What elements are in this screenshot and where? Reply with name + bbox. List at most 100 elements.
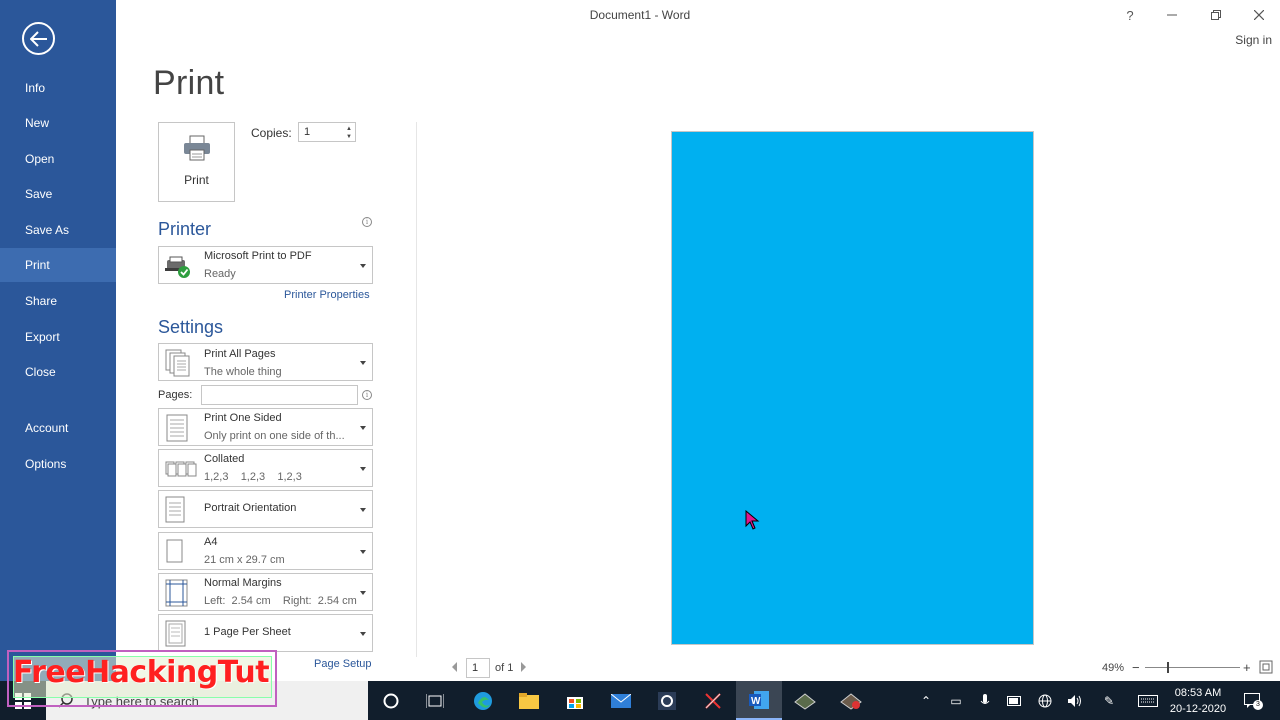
volume-icon[interactable] xyxy=(1067,693,1083,709)
zoom-level[interactable]: 49% xyxy=(1102,662,1124,674)
chevron-left-icon xyxy=(452,662,457,672)
sidebar-item-info[interactable]: Info xyxy=(0,71,116,105)
sides-dropdown[interactable]: Print One Sided Only print on one side o… xyxy=(158,408,373,446)
clock-time: 08:53 AM xyxy=(1174,687,1222,699)
portrait-icon xyxy=(165,496,185,523)
collation-dropdown[interactable]: Collated 1,2,3 1,2,3 1,2,3 xyxy=(158,449,373,487)
zoom-slider-thumb[interactable] xyxy=(1167,662,1169,673)
margins-sub: Left: 2.54 cm Right: 2.54 cm xyxy=(204,595,357,607)
help-button[interactable]: ? xyxy=(1120,6,1140,24)
spin-up-icon[interactable]: ▲ xyxy=(346,126,352,132)
watermark-logo: FreeHackingTut xyxy=(7,650,277,707)
phone-icon[interactable]: ▭ xyxy=(948,693,964,709)
svg-text:W: W xyxy=(751,696,761,707)
copies-spinner[interactable]: 1 ▲ ▼ xyxy=(298,122,356,142)
orientation-dropdown[interactable]: Portrait Orientation xyxy=(158,490,373,528)
print-range-dropdown[interactable]: Print All Pages The whole thing xyxy=(158,343,373,381)
paper-size-dropdown[interactable]: A4 21 cm x 29.7 cm xyxy=(158,532,373,570)
keyboard-icon[interactable] xyxy=(1138,693,1158,709)
speaker-glyph xyxy=(1068,695,1081,707)
sidebar-item-new[interactable]: New xyxy=(0,106,116,140)
collated-icon xyxy=(165,461,197,477)
sidebar-item-close[interactable]: Close xyxy=(0,355,116,389)
edge-icon xyxy=(474,691,492,710)
backstage-sidebar: Info New Open Save Save As Print Share E… xyxy=(0,0,116,720)
sidebar-item-export[interactable]: Export xyxy=(0,320,116,354)
printer-name: Microsoft Print to PDF xyxy=(204,250,312,262)
printer-dropdown[interactable]: Microsoft Print to PDF Ready xyxy=(158,246,373,284)
app-10[interactable] xyxy=(828,681,874,720)
restore-button[interactable] xyxy=(1206,6,1226,24)
print-button[interactable]: Print xyxy=(158,122,235,202)
chevron-down-icon xyxy=(360,591,366,595)
notifications-icon[interactable]: 3 xyxy=(1242,693,1264,710)
collation-title: Collated xyxy=(204,453,245,465)
back-arrow-icon[interactable] xyxy=(22,22,55,55)
sidebar-item-print[interactable]: Print xyxy=(0,248,116,282)
pages-input[interactable] xyxy=(201,385,358,405)
printer-properties-link[interactable]: Printer Properties xyxy=(284,289,370,301)
word-app[interactable]: W xyxy=(736,681,782,720)
mail-app[interactable] xyxy=(598,681,644,720)
chevron-down-icon xyxy=(360,264,366,268)
zoom-out-button[interactable]: − xyxy=(1132,660,1140,675)
task-view-button[interactable] xyxy=(412,681,458,720)
tool-icon xyxy=(705,692,721,709)
sidebar-item-open[interactable]: Open xyxy=(0,142,116,176)
zoom-to-page-button[interactable] xyxy=(1259,660,1273,677)
print-range-sub: The whole thing xyxy=(204,366,282,378)
prev-page-button[interactable] xyxy=(452,662,458,675)
collation-sub: 1,2,3 1,2,3 1,2,3 xyxy=(204,471,302,483)
sides-sub: Only print on one side of th... xyxy=(204,430,345,442)
zoom-slider[interactable] xyxy=(1145,667,1240,668)
battery-icon[interactable] xyxy=(1007,693,1023,709)
sidebar-item-options[interactable]: Options xyxy=(0,447,116,481)
cortana-icon xyxy=(383,693,399,708)
sidebar-item-account[interactable]: Account xyxy=(0,411,116,445)
app-7[interactable] xyxy=(690,681,736,720)
network-glyph xyxy=(1038,694,1052,708)
chevron-down-icon xyxy=(360,467,366,471)
margins-icon xyxy=(165,579,188,607)
globe-icon[interactable] xyxy=(1037,693,1053,709)
margins-dropdown[interactable]: Normal Margins Left: 2.54 cm Right: 2.54… xyxy=(158,573,373,611)
next-page-button[interactable] xyxy=(521,662,527,675)
microphone-icon[interactable] xyxy=(977,693,993,709)
sidebar-item-save-as[interactable]: Save As xyxy=(0,213,116,247)
page-setup-link[interactable]: Page Setup xyxy=(314,658,372,670)
printer-icon xyxy=(184,135,210,161)
notification-badge: 3 xyxy=(1253,700,1263,710)
info-icon[interactable]: i xyxy=(362,217,372,227)
zoom-in-button[interactable]: + xyxy=(1243,660,1251,675)
pages-icon xyxy=(165,349,190,377)
chevron-up-icon[interactable]: ⌃ xyxy=(918,693,934,709)
close-button[interactable] xyxy=(1249,6,1269,24)
paper-size-title: A4 xyxy=(204,536,218,548)
current-page-input[interactable]: 1 xyxy=(466,658,490,678)
pages-per-sheet-dropdown[interactable]: 1 Page Per Sheet xyxy=(158,614,373,652)
file-explorer-app[interactable] xyxy=(506,681,552,720)
chevron-down-icon xyxy=(360,508,366,512)
taskbar-clock[interactable]: 08:53 AM 20-12-2020 xyxy=(1168,685,1228,717)
battery-glyph xyxy=(1007,696,1021,706)
paper-size-sub: 21 cm x 29.7 cm xyxy=(204,554,285,566)
sidebar-item-share[interactable]: Share xyxy=(0,284,116,318)
drive-icon xyxy=(840,692,862,710)
pen-icon[interactable]: ✎ xyxy=(1101,693,1117,709)
sign-in-link[interactable]: Sign in xyxy=(1235,33,1272,47)
edge-app[interactable] xyxy=(460,681,506,720)
chevron-down-icon xyxy=(360,361,366,365)
print-range-title: Print All Pages xyxy=(204,348,276,360)
chevron-down-icon xyxy=(360,426,366,430)
sidebar-item-save[interactable]: Save xyxy=(0,177,116,211)
app-6[interactable] xyxy=(644,681,690,720)
spin-down-icon[interactable]: ▼ xyxy=(346,134,352,140)
store-app[interactable] xyxy=(552,681,598,720)
info-icon[interactable]: i xyxy=(362,390,372,400)
cortana-button[interactable] xyxy=(368,681,414,720)
app-9[interactable] xyxy=(782,681,828,720)
printer-heading: Printer xyxy=(158,219,212,239)
minimize-button[interactable] xyxy=(1162,6,1182,24)
page-count: of 1 xyxy=(495,662,514,674)
minimize-icon xyxy=(1167,14,1177,16)
